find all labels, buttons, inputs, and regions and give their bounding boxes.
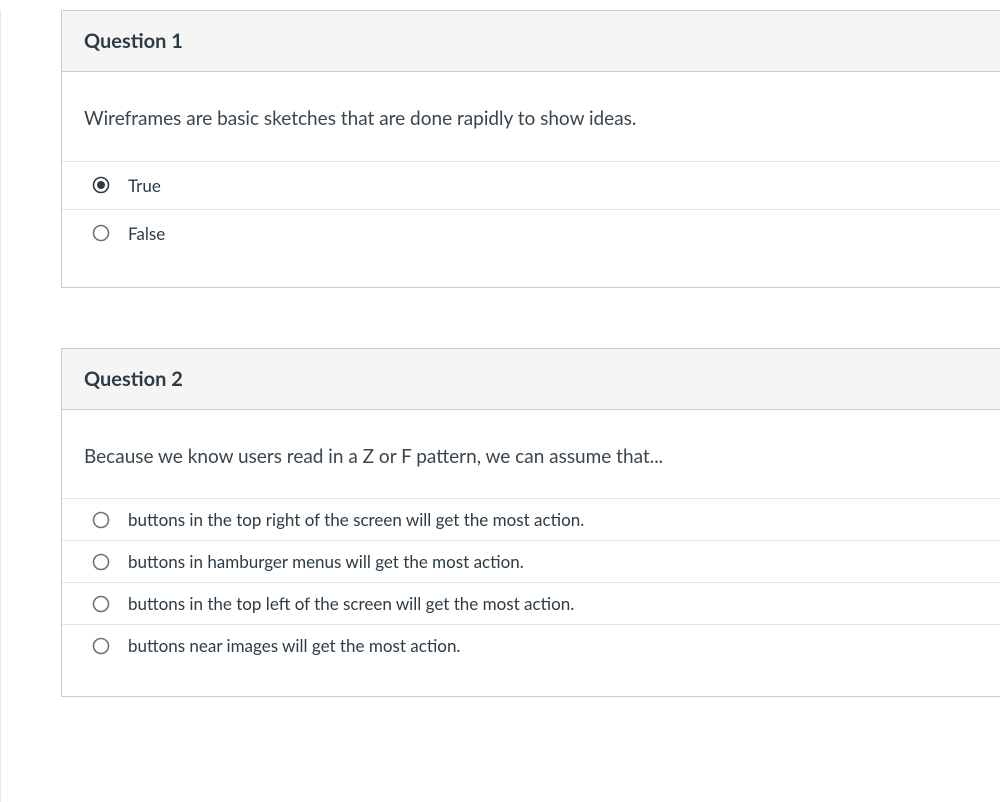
question-card-2: Question 2 Because we know users read in… [61, 348, 1000, 698]
radio-selected-icon [92, 176, 110, 194]
question-body: Because we know users read in a Z or F p… [62, 410, 1000, 499]
option-row-true[interactable]: True [62, 161, 1000, 209]
option-row-top-left[interactable]: buttons in the top left of the screen wi… [62, 582, 1000, 624]
option-label: True [128, 175, 978, 196]
quiz-page: Question 1 Wireframes are basic sketches… [0, 10, 1000, 802]
radio-unselected-icon [92, 224, 110, 242]
option-row-top-right[interactable]: buttons in the top right of the screen w… [62, 498, 1000, 540]
question-options: buttons in the top right of the screen w… [62, 498, 1000, 696]
option-label: buttons in hamburger menus will get the … [128, 551, 978, 572]
question-title: Question 1 [84, 29, 978, 53]
question-prompt: Wireframes are basic sketches that are d… [84, 106, 978, 133]
question-body: Wireframes are basic sketches that are d… [62, 72, 1000, 161]
question-card-1: Question 1 Wireframes are basic sketches… [61, 10, 1000, 288]
option-label: buttons in the top left of the screen wi… [128, 593, 978, 614]
radio-unselected-icon [92, 595, 110, 613]
option-row-near-images[interactable]: buttons near images will get the most ac… [62, 624, 1000, 666]
radio-unselected-icon [92, 553, 110, 571]
option-row-false[interactable]: False [62, 209, 1000, 257]
radio-unselected-icon [92, 511, 110, 529]
option-label: False [128, 223, 978, 244]
option-row-hamburger[interactable]: buttons in hamburger menus will get the … [62, 540, 1000, 582]
question-header: Question 1 [62, 11, 1000, 72]
question-options: True False [62, 161, 1000, 287]
question-prompt: Because we know users read in a Z or F p… [84, 444, 978, 471]
question-title: Question 2 [84, 367, 978, 391]
radio-unselected-icon [92, 637, 110, 655]
question-header: Question 2 [62, 349, 1000, 410]
option-label: buttons near images will get the most ac… [128, 635, 978, 656]
option-label: buttons in the top right of the screen w… [128, 509, 978, 530]
